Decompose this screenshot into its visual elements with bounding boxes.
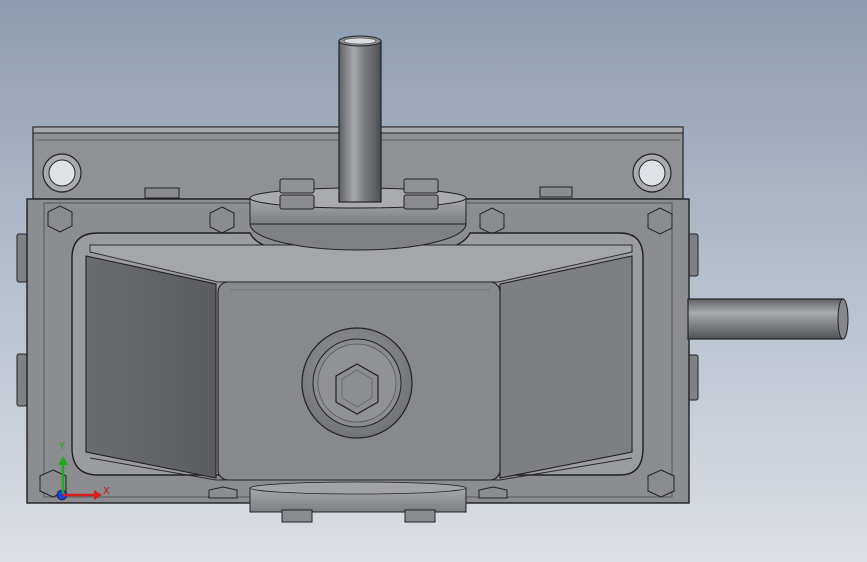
hex-bolt-icon <box>16 233 28 407</box>
hex-bolt-icon <box>479 207 505 235</box>
shaft-icon[interactable] <box>338 35 382 203</box>
triad-x-label: X <box>103 486 110 497</box>
gearbox-model[interactable] <box>0 0 867 562</box>
hex-bolt-icon <box>209 206 235 234</box>
hex-bolt-icon <box>144 187 180 199</box>
mounting-hole-icon <box>42 153 82 193</box>
hex-bolt-icon <box>647 469 675 498</box>
triad-y-label: Y <box>59 441 66 452</box>
mounting-hole-icon <box>632 153 672 193</box>
hex-bolt-icon <box>47 205 73 233</box>
hex-bolt-icon <box>539 186 573 198</box>
shaft-icon[interactable] <box>687 298 849 340</box>
graphics-viewport[interactable]: Y X <box>0 0 867 562</box>
hex-bolt-icon <box>647 207 673 235</box>
bottom-flange[interactable] <box>249 481 467 523</box>
